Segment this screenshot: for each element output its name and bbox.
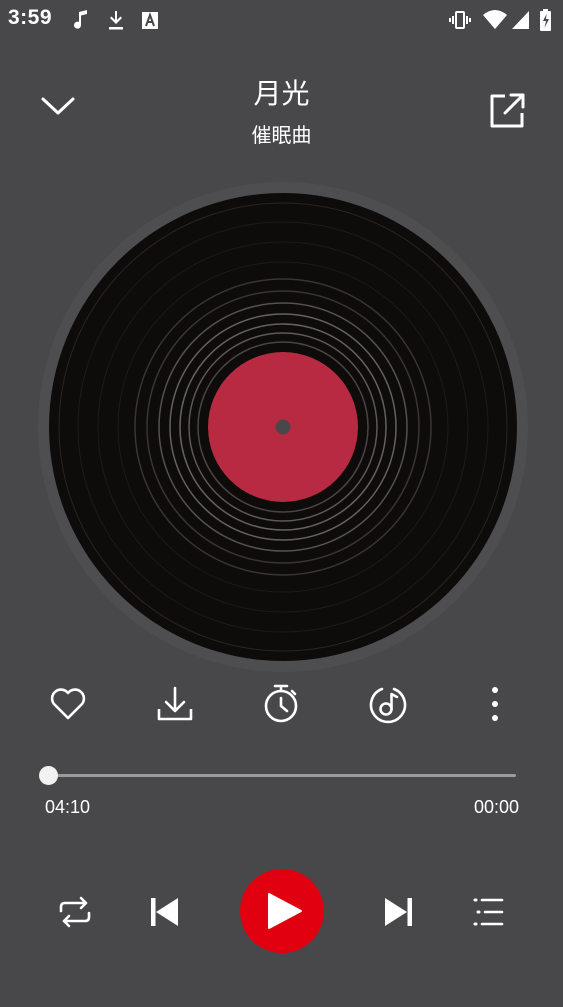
- vibrate-icon: [448, 8, 472, 32]
- share-button[interactable]: [485, 88, 529, 132]
- elapsed-time: 04:10: [45, 797, 91, 817]
- battery-icon: [538, 8, 562, 32]
- play-button[interactable]: [240, 869, 324, 953]
- wifi-icon: [482, 8, 507, 32]
- repeat-button[interactable]: [53, 890, 97, 934]
- skip-previous-icon: [151, 898, 178, 926]
- sleep-timer-button[interactable]: [259, 682, 303, 726]
- music-note-icon: [70, 8, 94, 32]
- song-title: 月光: [253, 77, 310, 110]
- more-button[interactable]: [473, 682, 517, 726]
- playlist-button[interactable]: [466, 890, 510, 934]
- download-button[interactable]: [153, 682, 197, 726]
- vinyl-disc[interactable]: [38, 182, 528, 672]
- signal-icon: [510, 8, 534, 32]
- music-disc-icon: [369, 687, 407, 724]
- artist-name: 催眠曲: [251, 123, 312, 147]
- playlist-icon: [473, 898, 504, 926]
- previous-button[interactable]: [142, 890, 186, 934]
- status-bar: 3:59: [0, 0, 563, 40]
- progress-track[interactable]: [48, 774, 516, 777]
- download-icon: [104, 8, 128, 32]
- next-button[interactable]: [377, 890, 421, 934]
- download-icon: [157, 686, 193, 721]
- sound-effect-button[interactable]: [366, 682, 410, 726]
- font-a-icon: [138, 8, 162, 32]
- disc-spindle-hole: [275, 419, 291, 435]
- heart-icon: [50, 688, 86, 720]
- timer-icon: [264, 684, 298, 723]
- repeat-icon: [59, 896, 91, 928]
- play-icon: [268, 893, 302, 929]
- favorite-button[interactable]: [46, 682, 90, 726]
- total-duration: 00:00: [473, 797, 519, 817]
- progress-thumb[interactable]: [38, 766, 58, 785]
- skip-next-icon: [385, 898, 412, 926]
- status-time: 3:59: [8, 6, 53, 29]
- more-vertical-icon: [492, 687, 498, 721]
- share-external-icon: [490, 93, 525, 128]
